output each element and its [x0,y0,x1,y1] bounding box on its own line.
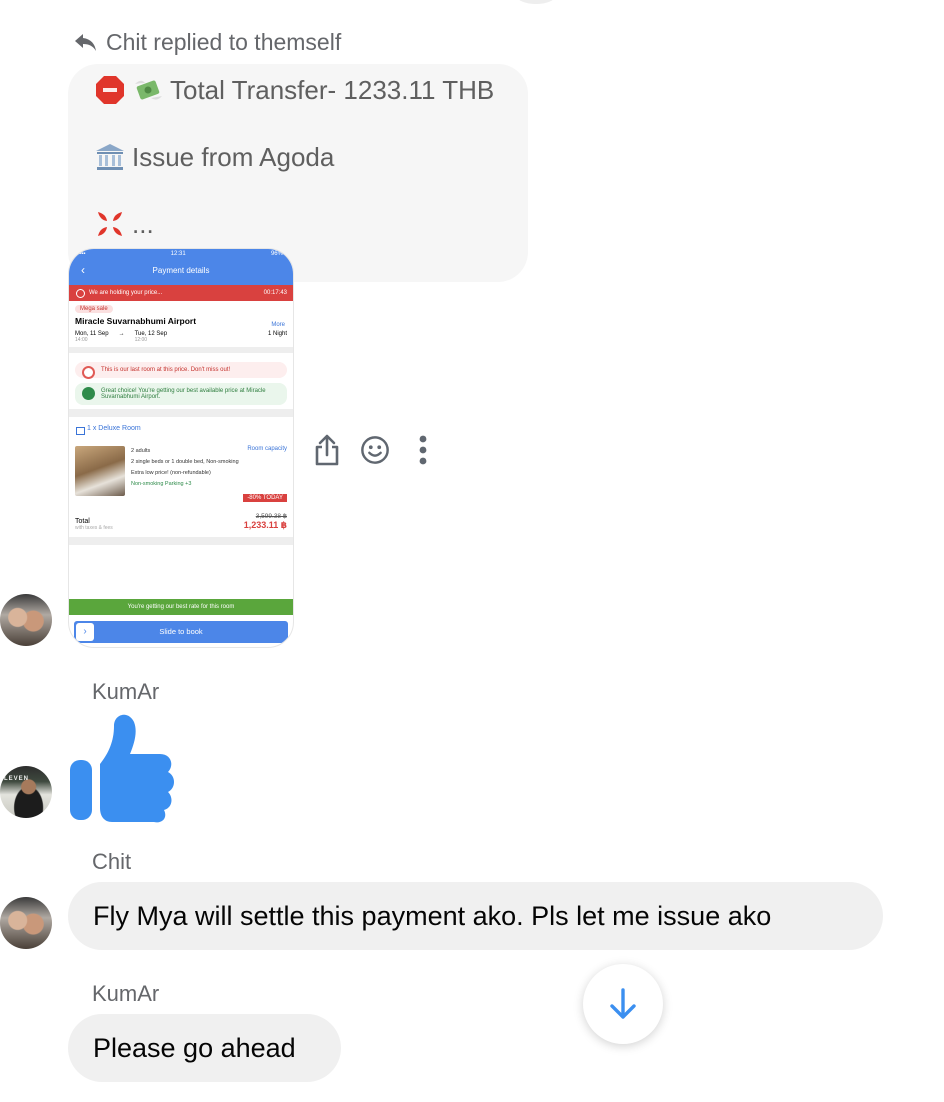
more-vertical-icon [419,435,427,465]
best-price-alert: Great choice! You're getting our best av… [75,383,287,405]
alerts-section: This is our last room at this price. Don… [69,353,293,409]
message-bubble[interactable]: Please go ahead [68,1014,341,1082]
price-block: 3,599.38 ฿ 1,233.11 ฿ [244,512,287,531]
arrow-down-icon [610,988,636,1019]
holding-price-text: We are holding your price... [89,290,163,296]
checkin-time: 14:00 [75,337,88,343]
message-actions [312,430,438,470]
reply-note: Chit replied to themself [72,28,341,56]
check-icon [82,387,95,400]
last-room-text: This is our last room at this price. Don… [101,367,231,373]
smiley-icon [361,436,389,464]
attachment-status-time: 12:31 [170,251,186,257]
quoted-transfer-text: Total Transfer- 1233.11 THB [170,74,495,105]
signal-icon: ▪▪▪ [79,251,86,257]
room-title: 1 x Deluxe Room [69,409,293,438]
arrow-right-icon: → [118,331,125,337]
promo-pill: Mega sale [75,305,113,313]
message-text: Please go ahead [93,1032,296,1063]
reply-arrow-icon [75,34,96,51]
timer-icon [82,366,95,379]
holding-price-bar: We are holding your price... 00:17:43 [69,285,293,301]
chevron-right-icon: › [76,623,94,641]
previous-message-edge [516,0,556,4]
message-bubble[interactable]: Fly Mya will settle this payment ako. Pl… [68,882,883,950]
room-capacity-link: Room capacity [247,446,287,452]
quoted-issue-text: Issue from Agoda [132,141,335,172]
attachment-battery: 96% [270,251,283,257]
message-text: Fly Mya will settle this payment ako. Pl… [93,900,772,931]
total-label: Total [75,518,90,525]
thumbs-up-reaction[interactable] [68,708,178,824]
slide-to-book-label: Slide to book [159,627,203,636]
total-sub: with taxes & fees [75,525,113,531]
sender-name: KumAr [92,679,160,704]
share-icon [315,434,339,466]
more-options-button[interactable] [408,430,438,470]
checkout-time: 12:00 [134,337,148,343]
share-button[interactable] [312,430,342,470]
quoted-line-transfer: Total Transfer- 1233.11 THB [94,74,494,106]
feature-price: Extra low price! (non-refundable) [131,470,211,476]
best-rate-bar: You're getting our best rate for this ro… [69,599,293,615]
room-tags: Non-smoking Parking +3 [131,481,192,487]
countdown-timer: 00:17:43 [263,290,287,296]
hotel-section: Mega sale Miracle Suvarnabhumi Airport M… [69,301,293,353]
quoted-line-issue: Issue from Agoda [94,141,334,173]
total-label-block: Total with taxes & fees [75,518,113,531]
slide-to-book-bar: › Slide to book [74,621,288,643]
room-photo [75,446,125,496]
money-with-wings-emoji-icon [135,80,162,100]
room-features: 2 adults 2 single beds or 1 double bed, … [131,446,239,496]
anger-emoji-icon [98,212,122,236]
last-room-alert: This is our last room at this price. Don… [75,362,287,379]
nights-count: 1 Night [267,331,287,337]
sender-name: Chit [92,849,132,874]
attachment-header-title: Payment details [152,266,210,275]
more-link: More [271,322,285,328]
attachment-status-bar: ▪▪▪ 12:31 96% [69,251,293,257]
scroll-to-bottom-button[interactable] [583,964,663,1044]
quoted-ellipsis-text: ... [132,208,154,239]
react-button[interactable] [360,430,390,470]
old-price: 3,599.38 ฿ [255,513,287,520]
feature-guests: 2 adults [131,448,151,454]
thumbs-up-icon [70,714,174,823]
sender-name: KumAr [92,981,160,1006]
best-price-text: Great choice! You're getting our best av… [101,388,266,400]
avatar-sign-text: LEVEN [4,776,30,782]
bank-emoji-icon [96,144,124,170]
stop-sign-emoji-icon [96,76,124,104]
discount-badge: -80% TODAY [243,494,287,502]
new-price: 1,233.11 ฿ [243,520,287,530]
total-section: -80% TODAY Total with taxes & fees 3,599… [69,494,293,545]
attachment-app-header: ▪▪▪ 12:31 96% ‹ Payment details [69,249,293,285]
image-attachment[interactable]: ▪▪▪ 12:31 96% ‹ Payment details We are h… [68,248,294,648]
avatar-chit[interactable] [0,897,52,949]
avatar-chit[interactable] [0,594,52,646]
hotel-name: Miracle Suvarnabhumi Airport [75,316,197,326]
avatar-kumar[interactable]: LEVEN [0,766,52,818]
feature-beds: 2 single beds or 1 double bed, Non-smoki… [131,459,239,465]
quoted-line-anger: ... [94,208,154,240]
reply-note-text: Chit replied to themself [106,28,342,55]
stay-dates: Mon, 11 Sep 14:00 → Tue, 12 Sep 12:00 1 Ni… [75,331,287,343]
